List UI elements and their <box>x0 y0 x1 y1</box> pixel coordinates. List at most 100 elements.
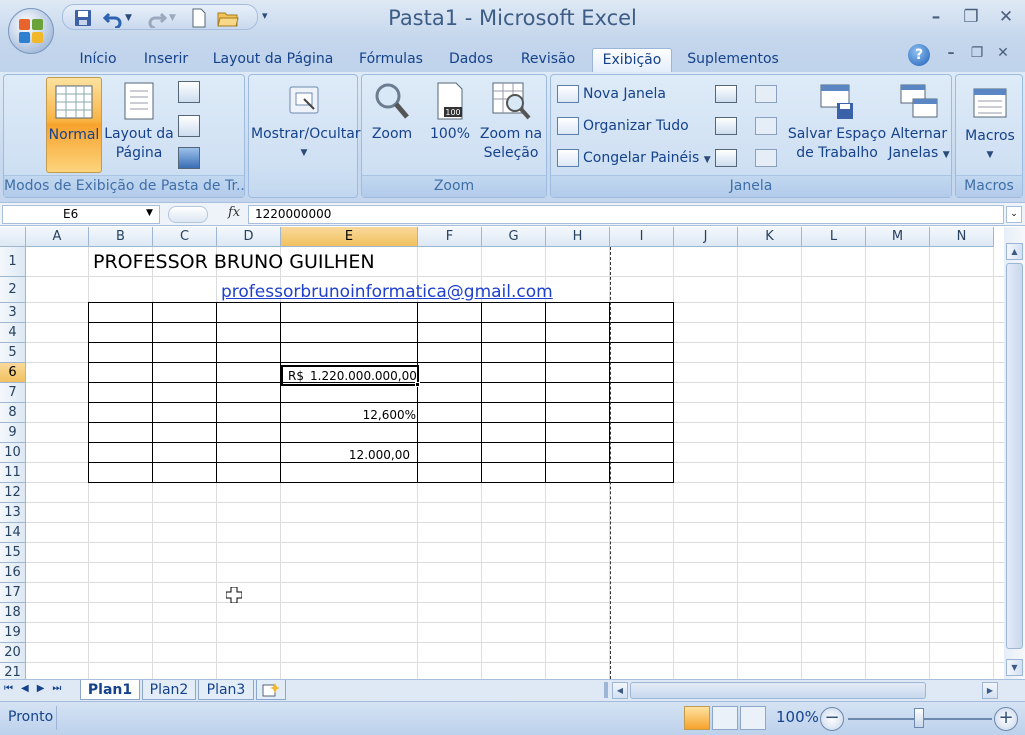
tab-inserir[interactable]: Inserir <box>136 48 196 72</box>
zoom-out-icon[interactable]: − <box>820 707 844 731</box>
vertical-scrollbar[interactable]: ▲ ▼ <box>1004 227 1025 679</box>
tab-revisao[interactable]: Revisão <box>512 48 584 72</box>
cell-b1[interactable]: PROFESSOR BRUNO GUILHEN <box>93 247 375 277</box>
sheet-tab-plan3[interactable]: Plan3 <box>198 680 254 700</box>
column-header-g[interactable]: G <box>482 227 546 247</box>
row-header-5[interactable]: 5 <box>0 343 26 363</box>
formula-input[interactable]: 1220000000 <box>248 205 1004 224</box>
row-header-13[interactable]: 13 <box>0 503 26 523</box>
macros-button[interactable]: Macros ▼ <box>958 83 1022 165</box>
row-header-12[interactable]: 12 <box>0 483 26 503</box>
zoom-selection-button[interactable]: Zoom na Seleção <box>478 81 544 163</box>
scroll-down-icon[interactable]: ▼ <box>1006 659 1023 676</box>
row-header-9[interactable]: 9 <box>0 423 26 443</box>
new-window-button[interactable]: Nova Janela <box>557 83 666 107</box>
column-header-b[interactable]: B <box>89 227 153 247</box>
column-header-k[interactable]: K <box>738 227 802 247</box>
column-header-h[interactable]: H <box>546 227 610 247</box>
view-side-by-side-icon[interactable] <box>755 85 777 103</box>
column-header-m[interactable]: M <box>866 227 930 247</box>
name-box-dropdown-icon[interactable]: ▼ <box>146 208 153 218</box>
column-header-c[interactable]: C <box>153 227 217 247</box>
tab-split-handle[interactable] <box>604 682 608 698</box>
zoom-button[interactable]: Zoom <box>366 81 418 144</box>
workbook-minimize-button[interactable]: – <box>940 42 962 64</box>
page-layout-view-button[interactable]: Layout da Página <box>104 81 174 163</box>
column-header-j[interactable]: J <box>674 227 738 247</box>
row-header-7[interactable]: 7 <box>0 383 26 403</box>
sheet-tab-plan2[interactable]: Plan2 <box>142 680 196 700</box>
scroll-right-icon[interactable]: ▶ <box>982 682 998 699</box>
page-break-preview-icon[interactable] <box>178 81 200 103</box>
row-header-19[interactable]: 19 <box>0 623 26 643</box>
worksheet-grid[interactable]: ABCDEFGHIJKLMN 1 2 3 4 5 6 7 8 9 10 11 12 13 14 15 16 17… <box>0 227 1004 679</box>
help-icon[interactable]: ? <box>908 44 930 66</box>
minimize-button[interactable]: – <box>925 6 947 28</box>
row-header-21[interactable]: 21 <box>0 663 26 679</box>
row-header-15[interactable]: 15 <box>0 543 26 563</box>
row-header-17[interactable]: 17 <box>0 583 26 603</box>
normal-view-button[interactable]: Normal <box>46 77 102 173</box>
row-header-10[interactable]: 10 <box>0 443 26 463</box>
workbook-close-button[interactable]: ✕ <box>992 42 1014 64</box>
vertical-scroll-thumb[interactable] <box>1006 263 1023 649</box>
row-header-6[interactable]: 6 <box>0 363 26 383</box>
column-header-d[interactable]: D <box>217 227 281 247</box>
column-header-f[interactable]: F <box>418 227 482 247</box>
zoom-level[interactable]: 100% <box>776 708 819 726</box>
workbook-restore-button[interactable]: ❐ <box>966 42 988 64</box>
row-header-2[interactable]: 2 <box>0 277 26 303</box>
tab-layout-pagina[interactable]: Layout da Página <box>206 48 340 72</box>
fill-handle[interactable] <box>415 382 420 387</box>
close-button[interactable]: ✕ <box>995 6 1017 28</box>
name-box[interactable]: E6 <box>2 205 160 224</box>
office-button[interactable] <box>8 8 54 54</box>
scroll-up-icon[interactable]: ▲ <box>1006 243 1023 260</box>
row-header-3[interactable]: 3 <box>0 303 26 323</box>
row-header-1[interactable]: 1 <box>0 247 26 277</box>
zoom-100-button[interactable]: 100 100% <box>424 81 476 144</box>
column-header-l[interactable]: L <box>802 227 866 247</box>
row-header-4[interactable]: 4 <box>0 323 26 343</box>
row-header-16[interactable]: 16 <box>0 563 26 583</box>
cell-e10[interactable]: 12.000,00 <box>282 445 410 465</box>
cell-d2-link[interactable]: professorbrunoinformatica@gmail.com <box>221 277 553 307</box>
row-header-18[interactable]: 18 <box>0 603 26 623</box>
restore-button[interactable]: ❐ <box>960 6 982 28</box>
horizontal-scroll-thumb[interactable] <box>630 682 926 699</box>
show-hide-button[interactable]: Mostrar/Ocultar ▼ <box>251 81 361 163</box>
column-header-i[interactable]: I <box>610 227 674 247</box>
select-all-corner[interactable] <box>0 227 26 247</box>
zoom-in-icon[interactable]: + <box>994 707 1018 731</box>
zoom-slider-thumb[interactable] <box>914 708 924 728</box>
row-header-20[interactable]: 20 <box>0 643 26 663</box>
custom-views-icon[interactable] <box>178 115 200 137</box>
hide-window-icon[interactable] <box>715 117 737 135</box>
tab-dados[interactable]: Dados <box>440 48 502 72</box>
cell-e8[interactable]: 12,600% <box>282 405 416 425</box>
unhide-window-icon[interactable] <box>715 149 737 167</box>
formula-expand-icon[interactable] <box>168 206 208 223</box>
column-header-a[interactable]: A <box>26 227 89 247</box>
switch-windows-button[interactable]: Alternar Janelas ▼ <box>887 81 951 165</box>
page-break-status-icon[interactable] <box>740 706 766 730</box>
tab-exibicao[interactable]: Exibição <box>592 48 672 72</box>
sheet-tab-plan1[interactable]: Plan1 <box>80 680 140 700</box>
synchronous-scrolling-icon[interactable] <box>755 117 777 135</box>
row-header-8[interactable]: 8 <box>0 403 26 423</box>
column-header-n[interactable]: N <box>930 227 994 247</box>
row-header-11[interactable]: 11 <box>0 463 26 483</box>
save-workspace-button[interactable]: Salvar Espaço de Trabalho <box>787 81 887 163</box>
scroll-left-icon[interactable]: ◀ <box>612 682 628 699</box>
tab-inicio[interactable]: Início <box>70 48 126 72</box>
insert-function-icon[interactable]: fx <box>228 205 240 220</box>
split-icon[interactable] <box>715 85 737 103</box>
sheet-nav-arrows-icon[interactable]: ⏮◀▶⏭ <box>4 683 69 694</box>
insert-sheet-icon[interactable] <box>256 680 286 700</box>
row-header-14[interactable]: 14 <box>0 523 26 543</box>
freeze-panes-button[interactable]: Congelar Painéis ▼ <box>557 147 711 171</box>
tab-formulas[interactable]: Fórmulas <box>350 48 432 72</box>
full-screen-icon[interactable] <box>178 147 200 169</box>
arrange-all-button[interactable]: Organizar Tudo <box>557 115 689 139</box>
normal-view-status-icon[interactable] <box>684 706 710 730</box>
